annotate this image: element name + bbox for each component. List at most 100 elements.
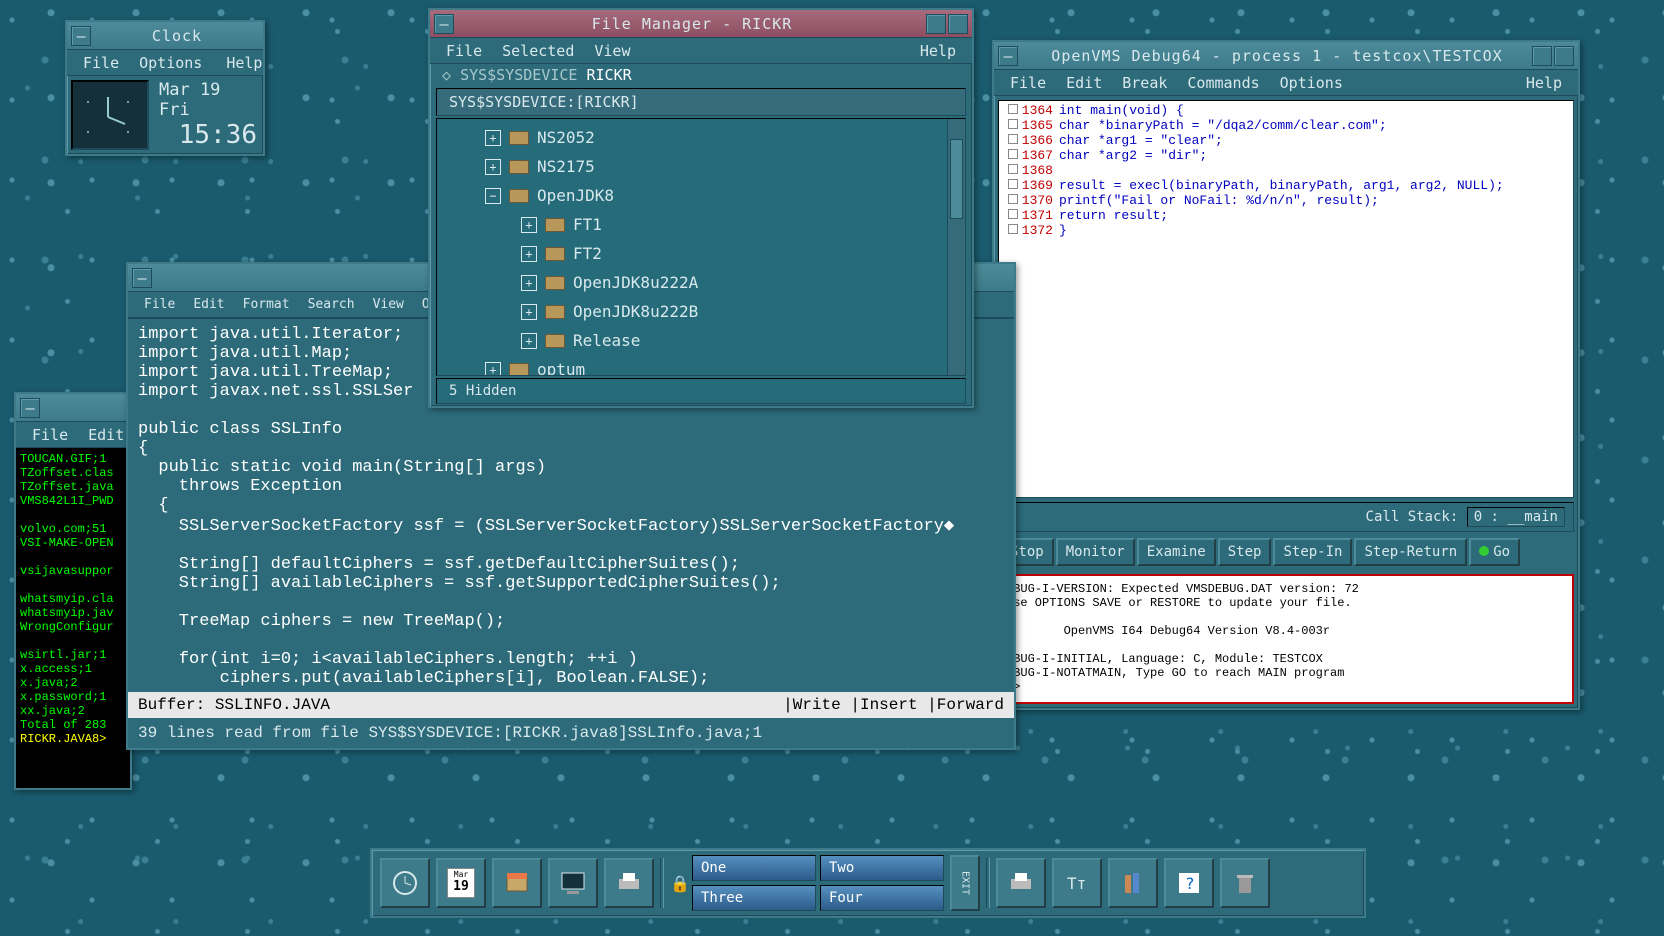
fm-titlebar[interactable]: – File Manager - RICKR [430, 10, 972, 38]
clock-titlebar[interactable]: – Clock [67, 22, 263, 50]
dbg-menu-edit[interactable]: Edit [1058, 72, 1110, 94]
pager-four[interactable]: Four [820, 885, 944, 911]
breakpoint-box[interactable] [1008, 149, 1018, 159]
fm-menu-selected[interactable]: Selected [494, 40, 582, 62]
taskbar-calendar-button[interactable]: Mar 19 [436, 858, 486, 908]
taskbar-printer-button[interactable] [604, 858, 654, 908]
pager-two[interactable]: Two [820, 855, 944, 881]
term-menu-file[interactable]: File [24, 424, 76, 446]
dbg-code-area[interactable]: 136413651366136713681369137013711372 int… [998, 100, 1574, 498]
tree-item[interactable]: +Release [485, 326, 965, 355]
dbg-menu-file[interactable]: File [1002, 72, 1054, 94]
tree-item[interactable]: +optum [485, 355, 965, 376]
line-number: 1372 [1022, 223, 1053, 238]
dbg-step-return-button[interactable]: Step-Return [1354, 538, 1467, 566]
tree-item-label: FT2 [573, 244, 602, 263]
tree-item[interactable]: −OpenJDK8 [485, 181, 965, 210]
sysmenu-icon[interactable]: – [132, 268, 152, 288]
eve-menu-format[interactable]: Format [235, 295, 298, 314]
folder-icon [509, 160, 529, 174]
tree-item[interactable]: +OpenJDK8u222B [485, 297, 965, 326]
expander-icon[interactable]: + [521, 275, 537, 291]
minimize-icon[interactable] [1532, 46, 1552, 66]
lock-icon[interactable]: 🔒 [670, 874, 686, 892]
expander-icon[interactable]: + [485, 130, 501, 146]
taskbar-print2-button[interactable] [996, 858, 1046, 908]
maximize-icon[interactable] [948, 14, 968, 34]
tree-item-label: NS2175 [537, 157, 595, 176]
eve-buffer-name: Buffer: SSLINFO.JAVA [138, 696, 783, 714]
clock-menu-file[interactable]: File [75, 52, 127, 74]
scrollbar[interactable] [947, 119, 965, 375]
dbg-menu-break[interactable]: Break [1114, 72, 1175, 94]
minimize-icon[interactable] [926, 14, 946, 34]
expander-icon[interactable]: + [521, 217, 537, 233]
taskbar-help-button[interactable]: ? [1164, 858, 1214, 908]
printer-icon [1007, 869, 1035, 897]
sysmenu-icon[interactable]: – [71, 26, 91, 46]
expander-icon[interactable]: + [521, 246, 537, 262]
terminal-titlebar[interactable]: – [16, 394, 130, 422]
clock-menu-options[interactable]: Options [131, 52, 210, 74]
scrollbar-thumb[interactable] [950, 139, 963, 219]
code-line: char *binaryPath = "/dqa2/comm/clear.com… [1059, 118, 1569, 133]
breakpoint-box[interactable] [1008, 194, 1018, 204]
expander-icon[interactable]: + [485, 159, 501, 175]
eve-menu-view[interactable]: View [365, 295, 412, 314]
pager-one[interactable]: One [692, 855, 816, 881]
dbg-go-button[interactable]: Go [1469, 538, 1520, 566]
expander-icon[interactable]: + [521, 333, 537, 349]
eve-menu-edit[interactable]: Edit [185, 295, 232, 314]
dbg-menu-options[interactable]: Options [1272, 72, 1351, 94]
dbg-monitor-button[interactable]: Monitor [1056, 538, 1135, 566]
taskbar-clock-button[interactable] [380, 858, 430, 908]
tree-item[interactable]: +FT1 [485, 210, 965, 239]
dbg-step-in-button[interactable]: Step-In [1273, 538, 1352, 566]
breakpoint-box[interactable] [1008, 224, 1018, 234]
eve-menu-search[interactable]: Search [300, 295, 363, 314]
eve-menu-file[interactable]: File [136, 295, 183, 314]
breakpoint-box[interactable] [1008, 119, 1018, 129]
taskbar-tools-button[interactable] [1108, 858, 1158, 908]
taskbar-terminal-button[interactable] [548, 858, 598, 908]
breakpoint-box[interactable] [1008, 134, 1018, 144]
sysmenu-icon[interactable]: – [434, 14, 454, 34]
sysmenu-icon[interactable]: – [998, 46, 1018, 66]
taskbar-trash-button[interactable] [1220, 858, 1270, 908]
dbg-step-button[interactable]: Step [1218, 538, 1272, 566]
dbg-examine-button[interactable]: Examine [1137, 538, 1216, 566]
terminal-output[interactable]: TOUCAN.GIF;1 TZoffset.clas TZoffset.java… [16, 448, 130, 788]
code-line: return result; [1059, 208, 1569, 223]
terminal-menubar: File Edit [16, 422, 130, 448]
tree-item[interactable]: +OpenJDK8u222A [485, 268, 965, 297]
maximize-icon[interactable] [1554, 46, 1574, 66]
fm-path[interactable]: SYS$SYSDEVICE:[RICKR] [436, 88, 966, 116]
dbg-console[interactable]: EBUG-I-VERSION: Expected VMSDEBUG.DAT ve… [998, 574, 1574, 704]
expander-icon[interactable]: + [521, 304, 537, 320]
breakpoint-box[interactable] [1008, 179, 1018, 189]
fm-menu-file[interactable]: File [438, 40, 490, 62]
expander-icon[interactable]: + [485, 362, 501, 377]
dbg-menu-help[interactable]: Help [1518, 72, 1570, 94]
dbg-menu-commands[interactable]: Commands [1179, 72, 1267, 94]
exit-button[interactable]: EXIT [950, 855, 980, 911]
svg-text:Tт: Tт [1067, 874, 1086, 893]
taskbar-files-button[interactable] [492, 858, 542, 908]
breakpoint-box[interactable] [1008, 209, 1018, 219]
dbg-titlebar[interactable]: – OpenVMS Debug64 - process 1 - testcox\… [994, 42, 1578, 70]
breakpoint-box[interactable] [1008, 164, 1018, 174]
fm-menu-help[interactable]: Help [912, 40, 964, 62]
svg-text:?: ? [1185, 874, 1195, 893]
taskbar-fonts-button[interactable]: Tт [1052, 858, 1102, 908]
tree-item[interactable]: +NS2052 [485, 123, 965, 152]
expander-icon[interactable]: − [485, 188, 501, 204]
sysmenu-icon[interactable]: – [20, 398, 40, 418]
clock-menu-help[interactable]: Help [218, 52, 270, 74]
breakpoint-box[interactable] [1008, 104, 1018, 114]
dbg-callstack-value[interactable]: 0 : __main [1467, 507, 1565, 527]
tree-item[interactable]: + NS2175 [485, 152, 965, 181]
pager-three[interactable]: Three [692, 885, 816, 911]
term-menu-edit[interactable]: Edit [80, 424, 132, 446]
tree-item[interactable]: + FT2 [485, 239, 965, 268]
fm-menu-view[interactable]: View [586, 40, 638, 62]
